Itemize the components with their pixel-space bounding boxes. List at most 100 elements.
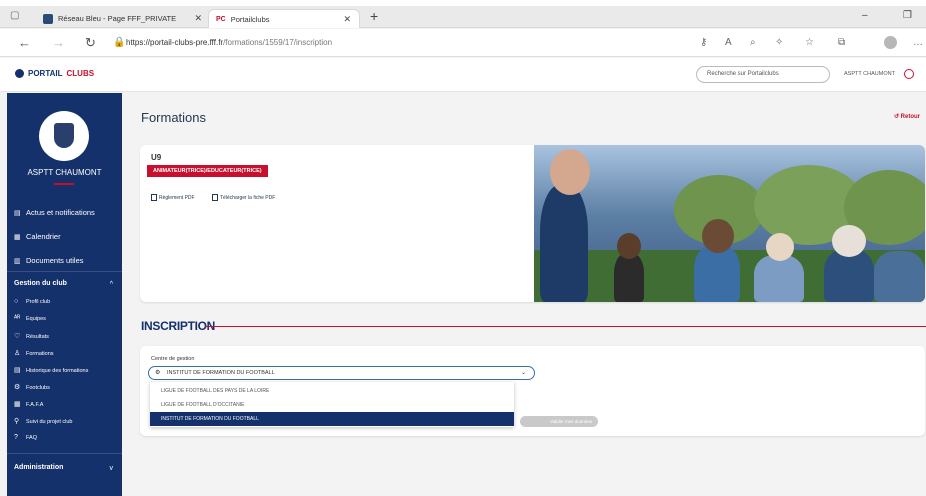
- divider: [7, 453, 122, 454]
- dropdown-option-selected[interactable]: INSTITUT DE FORMATION DU FOOTBALL: [150, 412, 514, 426]
- photo-child-head: [766, 233, 794, 261]
- close-tab-icon[interactable]: ✕: [343, 10, 351, 29]
- zoom-icon[interactable]: ⌕: [750, 37, 756, 48]
- section-label: Administration: [14, 464, 64, 471]
- sidebar-item-fafa[interactable]: ▦ F.A.F.A: [14, 400, 43, 408]
- sidebar-item-actus[interactable]: ▤ Actus et notifications: [14, 208, 95, 217]
- sidebar: ASPTT CHAUMONT ▤ Actus et notifications ▦…: [7, 93, 122, 496]
- browser-tab-reseau-bleu[interactable]: Réseau Bleu - Page FFF_PRIVATE ✕: [36, 9, 210, 28]
- user-icon[interactable]: [904, 69, 914, 79]
- sidebar-section-administration[interactable]: Administration: [14, 464, 63, 471]
- browser-tab-portailclubs[interactable]: PC Portailclubs ✕: [208, 9, 360, 28]
- sidebar-item-label: Footclubs: [26, 385, 50, 391]
- person-icon: ♙: [14, 350, 21, 357]
- close-tab-icon[interactable]: ✕: [194, 9, 202, 28]
- section-label: Gestion du club: [14, 280, 67, 287]
- photo-coach: [540, 185, 588, 302]
- profile-avatar[interactable]: [884, 36, 897, 49]
- photo-child: [694, 245, 740, 302]
- pdf-icon: [212, 194, 218, 201]
- pdf-icon: [151, 194, 157, 201]
- favorites-icon[interactable]: ☆: [805, 37, 814, 48]
- inscription-form: Centre de gestion ⚙ INSTITUT DE FORMATIO…: [140, 346, 925, 436]
- sidebar-item-label: Historique des formations: [26, 368, 89, 374]
- link-label: Télécharger la fiche PDF: [220, 194, 276, 201]
- documents-icon: ▥: [14, 258, 21, 265]
- collections-icon[interactable]: ⧉: [838, 37, 845, 48]
- photo-child: [754, 255, 804, 302]
- sidebar-item-label: Résultats: [26, 334, 49, 340]
- user-name[interactable]: ASPTT CHAUMONT: [844, 71, 895, 77]
- main-content: Formations ↺ Retour U9 ANIMATEUR(TRICE)/…: [122, 93, 926, 496]
- back-button[interactable]: ↺ Retour: [894, 113, 920, 120]
- logo-text-1: PORTAIL: [28, 69, 63, 78]
- extension-icon[interactable]: ✧: [775, 37, 783, 48]
- photo-child: [614, 253, 644, 302]
- chevron-down-icon: ⌄: [520, 370, 526, 376]
- reglement-pdf-link[interactable]: Règlement PDF: [151, 194, 195, 201]
- sidebar-item-label: Calendrier: [26, 232, 61, 241]
- centre-gestion-select[interactable]: ⚙ INSTITUT DE FORMATION DU FOOTBALL ⌄: [148, 366, 535, 380]
- read-aloud-icon[interactable]: A: [725, 37, 732, 48]
- restore-icon[interactable]: ❐: [903, 10, 912, 21]
- photo-child-head: [832, 225, 866, 257]
- search-input[interactable]: Recherche sur Portailclubs: [696, 66, 830, 83]
- back-arrow-icon[interactable]: ←: [18, 35, 31, 50]
- sidebar-item-label: Actus et notifications: [26, 208, 95, 217]
- lock-icon[interactable]: 🔒: [113, 37, 125, 48]
- sidebar-item-label: F.A.F.A: [26, 402, 44, 408]
- sidebar-item-documents[interactable]: ▥ Documents utiles: [14, 256, 84, 265]
- sidebar-item-projet[interactable]: ⚲ Suivi du projet club: [14, 417, 72, 425]
- sidebar-item-equipes[interactable]: ᴬᴿ Equipes: [14, 315, 46, 322]
- project-icon: ⚲: [14, 418, 20, 425]
- sidebar-item-calendrier[interactable]: ▦ Calendrier: [14, 232, 61, 241]
- sidebar-item-faq[interactable]: ? FAQ: [14, 434, 37, 441]
- forward-arrow-icon[interactable]: →: [52, 35, 65, 50]
- link-label: Règlement PDF: [159, 194, 195, 201]
- page-title: Formations: [141, 110, 207, 125]
- sidebar-item-footclubs[interactable]: ⚙ Footclubs: [14, 383, 50, 391]
- formation-title: U9: [151, 153, 162, 162]
- refresh-icon[interactable]: ↻: [85, 35, 96, 51]
- help-icon: ?: [14, 434, 18, 441]
- button-label: Valider mes données: [550, 419, 592, 424]
- sidebar-item-historique[interactable]: ▤ Historique des formations: [14, 366, 88, 374]
- inscription-divider: [205, 326, 926, 327]
- trophy-icon: ♡: [14, 333, 21, 340]
- validate-button[interactable]: Valider mes données: [520, 416, 598, 427]
- tab-actions-icon[interactable]: ▢: [10, 10, 19, 21]
- club-name: ASPTT CHAUMONT: [27, 168, 102, 177]
- chevron-up-icon[interactable]: ^: [110, 281, 113, 288]
- sidebar-item-label: Profil club: [26, 299, 51, 305]
- dropdown-option[interactable]: LIGUE DE FOOTBALL DES PAYS DE LA LOIRE: [150, 384, 514, 398]
- url-field[interactable]: https://portail-clubs-pre.fff.fr/formati…: [126, 35, 686, 51]
- sidebar-item-profil[interactable]: ○ Profil club: [14, 298, 50, 305]
- address-bar: ← → ↻ 🔒 https://portail-clubs-pre.fff.fr…: [0, 29, 926, 57]
- new-tab-icon[interactable]: +: [370, 8, 378, 24]
- centre-gestion-dropdown: LIGUE DE FOOTBALL DES PAYS DE LA LOIRE L…: [150, 382, 514, 427]
- url-host: https://portail-clubs-pre.fff.fr: [126, 38, 224, 47]
- sidebar-item-formations[interactable]: ♙ Formations: [14, 349, 54, 357]
- sidebar-section-gestion[interactable]: Gestion du club: [14, 280, 67, 287]
- formation-card: U9 ANIMATEUR(TRICE)/EDUCATEUR(TRICE) Règ…: [140, 145, 925, 302]
- portailclubs-favicon-icon: PC: [216, 15, 226, 23]
- browser-tab-bar: ▢ Réseau Bleu - Page FFF_PRIVATE ✕ PC Po…: [0, 6, 926, 28]
- key-icon[interactable]: ⚷: [700, 37, 707, 48]
- grid-icon: ▦: [14, 401, 21, 408]
- download-fiche-link[interactable]: Télécharger la fiche PDF: [212, 194, 275, 201]
- sidebar-item-resultats[interactable]: ♡ Résultats: [14, 332, 49, 340]
- dropdown-option[interactable]: LIGUE DE FOOTBALL D'OCCITANIE: [150, 398, 514, 412]
- minimize-icon[interactable]: –: [862, 10, 868, 21]
- photo-child-head: [617, 233, 641, 259]
- sidebar-item-label: Suivi du projet club: [26, 419, 73, 425]
- club-crest-icon: [54, 123, 74, 148]
- chevron-down-icon[interactable]: v: [110, 465, 114, 472]
- more-menu-icon[interactable]: …: [913, 37, 923, 48]
- portailclubs-logo[interactable]: PORTAIL CLUBS: [15, 69, 94, 78]
- football-icon: ⚙: [14, 384, 21, 391]
- divider: [54, 183, 74, 185]
- logo-ball-icon: [15, 69, 24, 78]
- gear-icon: ⚙: [155, 370, 161, 376]
- reseau-bleu-favicon-icon: [43, 13, 53, 24]
- tab-title: Réseau Bleu - Page FFF_PRIVATE: [58, 14, 177, 23]
